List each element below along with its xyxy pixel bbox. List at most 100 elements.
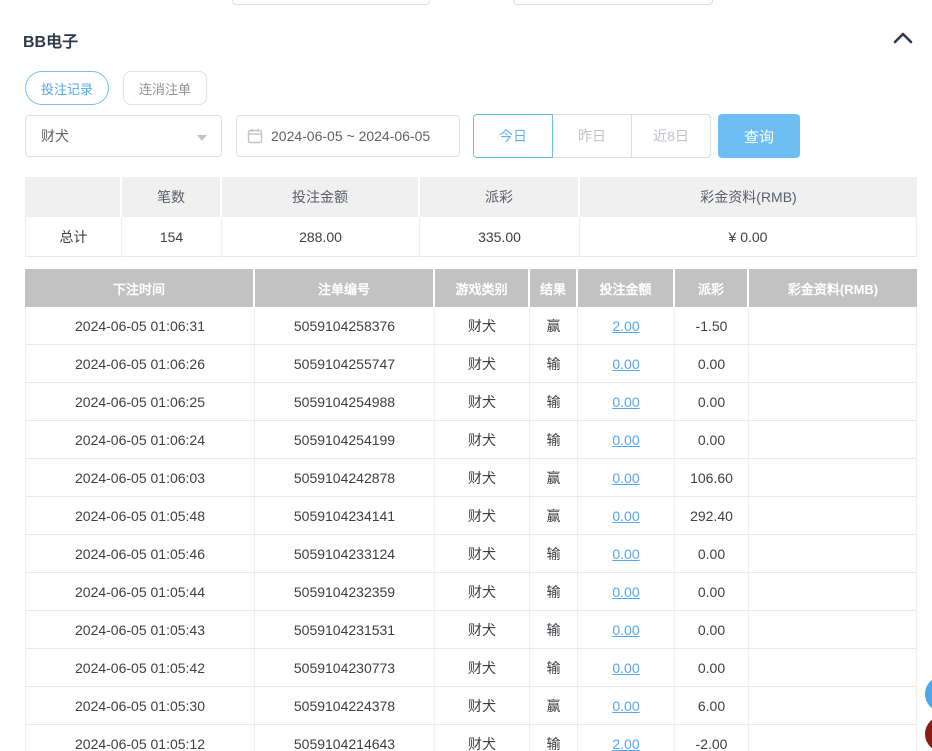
bet-id: 5059104232359 bbox=[255, 573, 435, 611]
bet-game: 财犬 bbox=[435, 535, 530, 573]
bet-amount-link[interactable]: 0.00 bbox=[612, 432, 639, 448]
tab-cancelled-orders[interactable]: 连消注单 bbox=[123, 71, 207, 105]
tab-cancelled-orders-label: 连消注单 bbox=[139, 79, 191, 98]
yesterday-button[interactable]: 昨日 bbox=[552, 114, 632, 158]
bet-result: 输 bbox=[530, 611, 578, 649]
bet-game: 财犬 bbox=[435, 497, 530, 535]
summary-header-blank bbox=[25, 177, 122, 217]
table-row: 2024-06-05 01:05:43 5059104231531 财犬 输 0… bbox=[25, 611, 917, 649]
bet-game: 财犬 bbox=[435, 307, 530, 345]
page-title: BB电子 bbox=[23, 28, 78, 52]
bet-amount-link[interactable]: 0.00 bbox=[612, 584, 639, 600]
bet-payout: -1.50 bbox=[675, 307, 749, 345]
records-header-result: 结果 bbox=[530, 269, 578, 307]
bet-bonus bbox=[749, 345, 917, 383]
bet-amount-cell: 0.00 bbox=[578, 383, 675, 421]
bet-amount-link[interactable]: 2.00 bbox=[612, 318, 639, 334]
bet-amount-link[interactable]: 0.00 bbox=[612, 546, 639, 562]
bet-time: 2024-06-05 01:06:24 bbox=[25, 421, 255, 459]
summary-total-label: 总计 bbox=[25, 217, 122, 257]
collapse-panel-button[interactable] bbox=[889, 26, 917, 50]
table-row: 2024-06-05 01:05:48 5059104234141 财犬 赢 0… bbox=[25, 497, 917, 535]
summary-total-count: 154 bbox=[122, 217, 222, 257]
records-table: 下注时间 注单编号 游戏类别 结果 投注金额 派彩 彩金资料(RMB) 2024… bbox=[25, 269, 917, 751]
bet-amount-link[interactable]: 0.00 bbox=[612, 356, 639, 372]
summary-total-row: 总计 154 288.00 335.00 ¥ 0.00 bbox=[25, 217, 917, 257]
bet-bonus bbox=[749, 307, 917, 345]
bet-id: 5059104230773 bbox=[255, 649, 435, 687]
table-row: 2024-06-05 01:05:30 5059104224378 财犬 赢 0… bbox=[25, 687, 917, 725]
bet-amount-cell: 0.00 bbox=[578, 421, 675, 459]
search-button[interactable]: 查询 bbox=[718, 114, 800, 158]
calendar-icon bbox=[247, 128, 263, 144]
bet-amount-link[interactable]: 0.00 bbox=[612, 470, 639, 486]
summary-header-payout: 派彩 bbox=[420, 177, 580, 217]
bet-game: 财犬 bbox=[435, 649, 530, 687]
top-clipped-input-1[interactable] bbox=[232, 0, 430, 5]
bet-amount-link[interactable]: 0.00 bbox=[612, 698, 639, 714]
bet-game: 财犬 bbox=[435, 345, 530, 383]
bet-id: 5059104214643 bbox=[255, 725, 435, 751]
table-row: 2024-06-05 01:05:42 5059104230773 财犬 输 0… bbox=[25, 649, 917, 687]
bet-time: 2024-06-05 01:05:30 bbox=[25, 687, 255, 725]
bet-payout: 0.00 bbox=[675, 383, 749, 421]
records-header-id: 注单编号 bbox=[255, 269, 435, 307]
bet-time: 2024-06-05 01:05:48 bbox=[25, 497, 255, 535]
floating-service-button-blue[interactable] bbox=[925, 676, 932, 712]
bet-result: 赢 bbox=[530, 497, 578, 535]
bet-amount-link[interactable]: 0.00 bbox=[612, 622, 639, 638]
summary-total-bet-amount: 288.00 bbox=[222, 217, 420, 257]
bet-amount-link[interactable]: 2.00 bbox=[612, 736, 639, 751]
table-row: 2024-06-05 01:05:12 5059104214643 财犬 输 2… bbox=[25, 725, 917, 751]
last-8-days-button[interactable]: 近8日 bbox=[631, 114, 711, 158]
table-row: 2024-06-05 01:05:46 5059104233124 财犬 输 0… bbox=[25, 535, 917, 573]
bet-result: 输 bbox=[530, 649, 578, 687]
today-button-label: 今日 bbox=[499, 126, 527, 146]
floating-service-button-red[interactable] bbox=[925, 716, 932, 751]
date-range-input[interactable]: 2024-06-05 ~ 2024-06-05 bbox=[236, 115, 460, 157]
summary-table: 笔数 投注金额 派彩 彩金资料(RMB) 总计 154 288.00 335.0… bbox=[25, 177, 917, 257]
bet-amount-cell: 0.00 bbox=[578, 345, 675, 383]
records-header-amount: 投注金额 bbox=[578, 269, 675, 307]
table-row: 2024-06-05 01:06:31 5059104258376 财犬 赢 2… bbox=[25, 307, 917, 345]
today-button[interactable]: 今日 bbox=[473, 114, 553, 158]
bet-time: 2024-06-05 01:05:46 bbox=[25, 535, 255, 573]
summary-header-count: 笔数 bbox=[122, 177, 222, 217]
bet-bonus bbox=[749, 573, 917, 611]
bet-game: 财犬 bbox=[435, 459, 530, 497]
bet-result: 输 bbox=[530, 725, 578, 751]
bet-payout: 0.00 bbox=[675, 611, 749, 649]
bet-amount-cell: 2.00 bbox=[578, 307, 675, 345]
bet-result: 赢 bbox=[530, 459, 578, 497]
bet-bonus bbox=[749, 421, 917, 459]
bet-amount-cell: 0.00 bbox=[578, 573, 675, 611]
bet-amount-cell: 0.00 bbox=[578, 459, 675, 497]
bet-result: 赢 bbox=[530, 307, 578, 345]
quick-date-button-group: 今日 昨日 近8日 bbox=[473, 114, 711, 158]
bet-amount-link[interactable]: 0.00 bbox=[612, 394, 639, 410]
bet-id: 5059104254199 bbox=[255, 421, 435, 459]
summary-header-row: 笔数 投注金额 派彩 彩金资料(RMB) bbox=[25, 177, 917, 217]
bet-amount-link[interactable]: 0.00 bbox=[612, 660, 639, 676]
records-header-game: 游戏类别 bbox=[435, 269, 530, 307]
bet-time: 2024-06-05 01:06:31 bbox=[25, 307, 255, 345]
bet-bonus bbox=[749, 497, 917, 535]
summary-header-bonus: 彩金资料(RMB) bbox=[580, 177, 917, 217]
top-clipped-input-2[interactable] bbox=[513, 0, 713, 5]
bet-id: 5059104242878 bbox=[255, 459, 435, 497]
bet-id: 5059104234141 bbox=[255, 497, 435, 535]
bet-time: 2024-06-05 01:06:03 bbox=[25, 459, 255, 497]
bet-amount-cell: 0.00 bbox=[578, 535, 675, 573]
bet-amount-link[interactable]: 0.00 bbox=[612, 508, 639, 524]
bet-id: 5059104254988 bbox=[255, 383, 435, 421]
chevron-up-icon bbox=[889, 26, 917, 50]
bet-result: 输 bbox=[530, 345, 578, 383]
tab-bet-records[interactable]: 投注记录 bbox=[25, 71, 109, 105]
bet-bonus bbox=[749, 725, 917, 751]
bet-result: 输 bbox=[530, 535, 578, 573]
bet-records-panel: BB电子 投注记录 连消注单 财犬 2024-06-05 ~ 2024-06-0… bbox=[0, 0, 932, 751]
chevron-down-icon bbox=[197, 135, 207, 141]
bet-game: 财犬 bbox=[435, 421, 530, 459]
bet-time: 2024-06-05 01:05:44 bbox=[25, 573, 255, 611]
game-select[interactable]: 财犬 bbox=[25, 115, 222, 157]
